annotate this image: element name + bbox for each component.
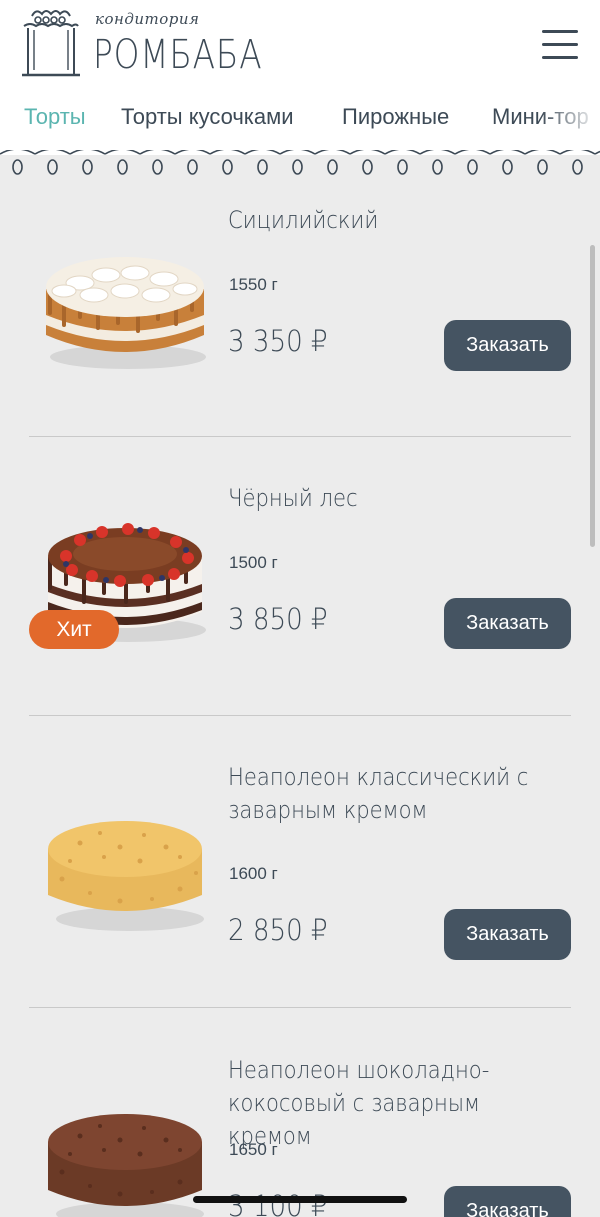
product-weight: 1550 г xyxy=(229,275,278,294)
divider xyxy=(29,1007,571,1008)
cake-image xyxy=(48,821,204,931)
category-tabs: Торты Торты кусочками Пирожные Мини-тор xyxy=(0,98,600,142)
tabs-fade xyxy=(540,98,600,142)
order-button[interactable]: Заказать xyxy=(444,909,571,960)
product-price: 2 850 ₽ xyxy=(228,913,328,947)
brand-subtitle: кондитория xyxy=(95,10,200,28)
product-weight: 1600 г xyxy=(229,864,278,883)
product-price: 3 850 ₽ xyxy=(228,602,328,636)
tab-torty-kusochkami[interactable]: Торты кусочками xyxy=(121,104,294,130)
product-weight: 1650 г xyxy=(229,1140,278,1159)
product-price: 3 350 ₽ xyxy=(228,324,328,358)
cake-image xyxy=(46,257,206,369)
product-name[interactable]: Чёрный лес xyxy=(228,482,536,515)
hit-badge: Хит xyxy=(29,610,119,649)
tab-torty[interactable]: Торты xyxy=(24,104,86,130)
brand-name: РОМБАБА xyxy=(93,32,263,78)
header: кондитория РОМБАБА Торты Торты кусочками… xyxy=(0,0,600,155)
order-button[interactable]: Заказать xyxy=(444,320,571,371)
product-name[interactable]: Неаполеон классический с заварным кремом xyxy=(228,761,536,827)
cake-image xyxy=(48,1114,204,1217)
cake-stand-icon xyxy=(22,10,80,77)
tab-pirozhnye[interactable]: Пирожные xyxy=(342,104,449,130)
product-weight: 1500 г xyxy=(229,553,278,572)
divider xyxy=(29,715,571,716)
brand-logo[interactable]: кондитория РОМБАБА xyxy=(20,4,262,84)
order-button[interactable]: Заказать xyxy=(444,1186,571,1217)
scrollbar[interactable] xyxy=(590,245,595,547)
product-price: 3 100 ₽ xyxy=(228,1189,328,1217)
product-name[interactable]: Сицилийский xyxy=(228,204,536,237)
product-name[interactable]: Неаполеон шоколадно-кокосовый с заварным… xyxy=(228,1054,536,1153)
home-indicator xyxy=(193,1196,407,1203)
divider xyxy=(29,436,571,437)
hamburger-menu-icon[interactable] xyxy=(542,28,580,62)
scalloped-border xyxy=(0,150,600,184)
order-button[interactable]: Заказать xyxy=(444,598,571,649)
